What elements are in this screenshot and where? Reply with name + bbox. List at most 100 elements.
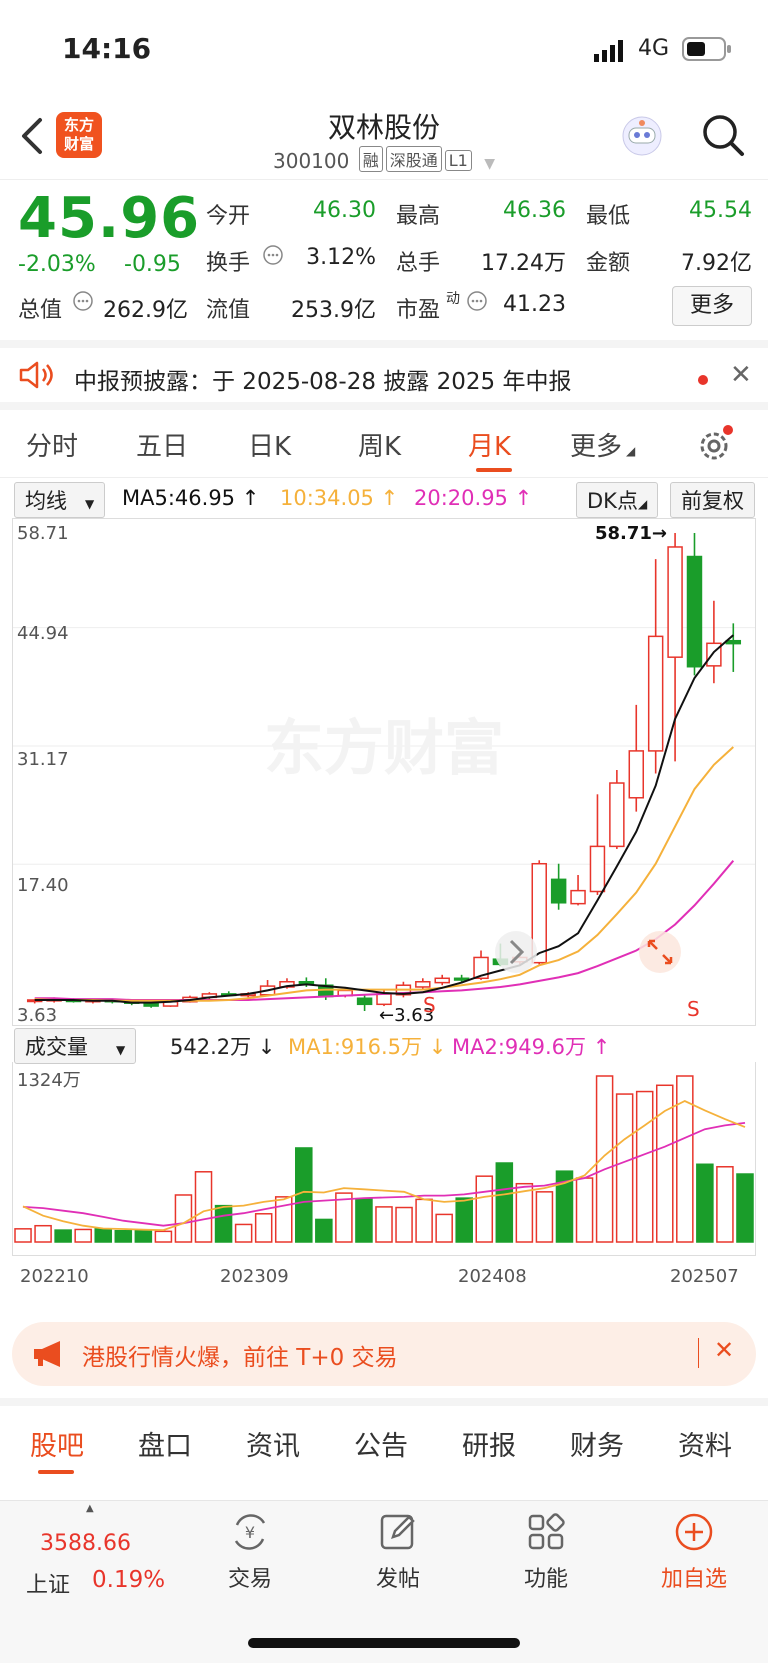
tab-finance[interactable]: 财务 bbox=[570, 1424, 624, 1463]
volume-bar bbox=[34, 1224, 52, 1243]
divider bbox=[698, 1338, 699, 1368]
tab-orderbook[interactable]: 盘口 bbox=[138, 1424, 192, 1463]
tab-news[interactable]: 资讯 bbox=[246, 1424, 300, 1463]
nav-add-watchlist-label: 加自选 bbox=[660, 1567, 727, 1592]
sell-signal-marker: S bbox=[687, 997, 700, 1021]
volume-bar bbox=[234, 1223, 253, 1243]
tab-announcements[interactable]: 公告 bbox=[354, 1424, 408, 1463]
volume-bar bbox=[415, 1198, 433, 1243]
settings-gear-icon[interactable] bbox=[696, 424, 736, 468]
adjust-button[interactable]: 前复权 bbox=[670, 482, 755, 518]
edit-icon bbox=[380, 1514, 415, 1550]
tab-intraday[interactable]: 分时 bbox=[26, 426, 78, 463]
period-tabs: 分时 五日 日K 周K 月K 更多 ◢ bbox=[0, 412, 768, 478]
volume-indicator-label: 成交量 bbox=[25, 1035, 88, 1059]
ma10-line bbox=[34, 746, 734, 1002]
notice-text: 中报预披露：于 2025-08-28 披露 2025 年中报 bbox=[74, 369, 572, 395]
promo-banner[interactable]: 港股行情火爆，前往 T+0 交易 ✕ bbox=[12, 1322, 756, 1386]
volume-bar bbox=[535, 1191, 554, 1243]
tab-research[interactable]: 研报 bbox=[462, 1424, 516, 1463]
active-tab-indicator bbox=[38, 1470, 74, 1474]
tab-weekly-k[interactable]: 周K bbox=[358, 426, 401, 463]
unread-dot bbox=[698, 375, 708, 385]
pe-label: 市盈 bbox=[396, 298, 441, 323]
stock-code: 300100 bbox=[273, 149, 350, 173]
volume-bar bbox=[635, 1090, 654, 1243]
candle-body bbox=[376, 993, 392, 1006]
robot-assistant-icon[interactable] bbox=[620, 114, 664, 158]
nav-functions[interactable]: 功能 bbox=[491, 1511, 601, 1593]
volume-ma2: MA2:949.6万 ↑ bbox=[452, 1035, 611, 1059]
home-indicator bbox=[248, 1638, 520, 1648]
candle-body bbox=[686, 555, 703, 668]
volume-bar bbox=[174, 1194, 193, 1243]
volume-indicator-select[interactable]: 成交量 ▼ bbox=[14, 1028, 137, 1064]
volume-bar bbox=[615, 1093, 634, 1243]
volume-value: 17.24万 bbox=[481, 251, 566, 276]
dropdown-icon: ▼ bbox=[85, 497, 95, 511]
candle-body bbox=[434, 977, 450, 984]
tab-more[interactable]: 更多 ◢ bbox=[570, 426, 635, 463]
info-icon[interactable] bbox=[466, 290, 488, 316]
ma20-line bbox=[34, 860, 735, 1001]
tab-forum[interactable]: 股吧 bbox=[30, 1424, 84, 1463]
candle-body bbox=[647, 635, 664, 752]
y-tick-label: 44.94 bbox=[17, 623, 69, 644]
content-tabs: 股吧 盘口 资讯 公告 研报 财务 资料 bbox=[0, 1398, 768, 1474]
candlestick-chart[interactable]: 东方财富 58.71 44.94 31.17 17.40 3.63 58.71→… bbox=[12, 518, 756, 1026]
low-label: 最低 bbox=[586, 204, 631, 229]
high-label: 最高 bbox=[396, 204, 441, 229]
volume-bar bbox=[94, 1228, 113, 1243]
volume-bar bbox=[696, 1163, 714, 1243]
info-icon[interactable] bbox=[72, 290, 94, 316]
volume-max-label: 1324万 bbox=[17, 1070, 81, 1091]
nav-add-watchlist[interactable]: 加自选 bbox=[639, 1511, 749, 1593]
tab-five-day[interactable]: 五日 bbox=[136, 426, 188, 463]
candle-body bbox=[356, 997, 373, 1006]
volume-bar bbox=[315, 1218, 333, 1243]
indicator-select[interactable]: 均线 ▼ bbox=[14, 482, 106, 518]
close-icon[interactable]: ✕ bbox=[714, 1336, 734, 1364]
volume-bar bbox=[375, 1206, 393, 1243]
fullscreen-icon[interactable] bbox=[637, 929, 683, 979]
scroll-right-icon[interactable] bbox=[493, 929, 539, 979]
tab-daily-k[interactable]: 日K bbox=[248, 426, 291, 463]
candle-body bbox=[725, 639, 742, 645]
triangle-icon: ◢ bbox=[637, 497, 648, 511]
dropdown-icon: ▼ bbox=[116, 1043, 126, 1057]
index-percent: 0.19% bbox=[92, 1567, 166, 1593]
high-annotation: 58.71→ bbox=[595, 523, 668, 544]
float-cap-label: 流值 bbox=[206, 298, 251, 323]
ma10-value: 10:34.05 ↑ bbox=[280, 486, 399, 510]
notice-bar[interactable]: 中报预披露：于 2025-08-28 披露 2025 年中报 ✕ bbox=[0, 340, 768, 410]
y-tick-label: 17.40 bbox=[17, 875, 69, 896]
x-tick-label: 202210 bbox=[20, 1266, 89, 1287]
dk-point-button[interactable]: DK点◢ bbox=[576, 482, 659, 518]
open-value: 46.30 bbox=[313, 198, 376, 223]
tab-profile[interactable]: 资料 bbox=[678, 1424, 732, 1463]
chevron-down-icon[interactable]: ▼ bbox=[484, 156, 495, 172]
search-icon[interactable] bbox=[700, 112, 746, 158]
ma5-value: MA5:46.95 ↑ bbox=[122, 486, 260, 510]
more-button[interactable]: 更多 bbox=[672, 286, 752, 326]
volume-bar bbox=[595, 1075, 614, 1243]
volume-bar bbox=[455, 1197, 473, 1243]
index-value[interactable]: 3588.66 bbox=[40, 1531, 131, 1556]
change-value: -0.95 bbox=[124, 252, 181, 277]
tag-level: L1 bbox=[444, 150, 472, 171]
volume-bar bbox=[254, 1213, 273, 1243]
dk-label: DK点 bbox=[587, 489, 638, 513]
nav-trade[interactable]: ¥ 交易 bbox=[195, 1511, 305, 1593]
nav-post[interactable]: 发帖 bbox=[343, 1511, 453, 1593]
x-tick-label: 202507 bbox=[670, 1266, 739, 1287]
sell-signal-marker: S bbox=[423, 993, 436, 1017]
close-icon[interactable]: ✕ bbox=[730, 360, 752, 390]
volume-bar bbox=[194, 1171, 213, 1243]
amount-label: 金额 bbox=[586, 251, 631, 276]
volume-chart[interactable]: 1324万 bbox=[12, 1062, 756, 1256]
volume-bar bbox=[134, 1229, 153, 1243]
tab-monthly-k[interactable]: 月K bbox=[468, 426, 511, 463]
watermark: 东方财富 bbox=[264, 714, 504, 784]
add-circle-icon bbox=[675, 1513, 713, 1551]
volume-bar bbox=[274, 1196, 293, 1243]
